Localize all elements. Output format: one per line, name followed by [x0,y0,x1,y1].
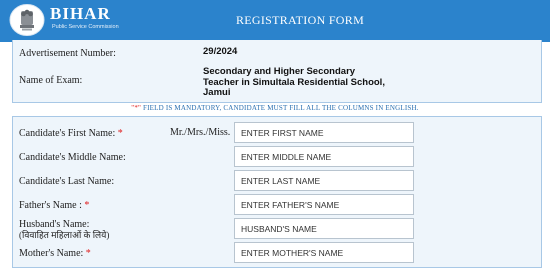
bpsc-emblem-icon [9,4,45,36]
exam-name-value: Secondary and Higher Secondary Teacher i… [203,66,385,99]
first-name-label-text: Candidate's First Name: [19,128,116,139]
father-name-input[interactable] [234,194,414,215]
first-name-input[interactable] [234,122,414,143]
registration-form-panel: Mr./Mrs./Miss. Candidate's First Name: *… [12,116,542,268]
last-name-label: Candidate's Last Name: [19,176,115,187]
husband-name-label-text: Husband's Name: [19,219,90,230]
last-name-input[interactable] [234,170,414,191]
notice-text: FIELD IS MANDATORY, CANDIDATE MUST FILL … [141,104,419,112]
husband-name-label-hint: (विवाहित महिलाओं के लिये) [19,230,110,240]
brand-name: BIHAR [50,4,111,23]
notice-required-mark: "*" [131,104,142,112]
first-name-label: Candidate's First Name: * [19,128,123,139]
brand-subtitle: Public Service Commission [52,24,119,30]
middle-name-input[interactable] [234,146,414,167]
mother-name-label-text: Mother's Name: [19,248,84,259]
required-mark: * [117,128,123,139]
husband-name-label: Husband's Name: (विवाहित महिलाओं के लिये… [19,219,109,241]
required-mark: * [85,248,91,259]
advertisement-info-panel: Advertisement Number: 29/2024 Name of Ex… [12,40,542,103]
husband-name-input[interactable] [234,218,414,239]
advertisement-number-label: Advertisement Number: [19,48,116,59]
title-prefix-label: Mr./Mrs./Miss. [170,127,231,138]
mother-name-label: Mother's Name: * [19,248,91,259]
father-name-label: Father's Name : * [19,200,89,211]
exam-name-line-2: Teacher in Simultala Residential School, [203,76,385,88]
advertisement-number-value: 29/2024 [203,46,238,57]
exam-name-label: Name of Exam: [19,75,83,86]
mother-name-input[interactable] [234,242,414,263]
header-bar: BIHAR Public Service Commission REGISTRA… [0,0,550,42]
mandatory-notice: "*" FIELD IS MANDATORY, CANDIDATE MUST F… [0,104,550,112]
exam-name-line-3: Jamui [203,87,231,98]
middle-name-label: Candidate's Middle Name: [19,152,126,163]
exam-name-line-1: Secondary and Higher Secondary [203,66,356,77]
page-title: REGISTRATION FORM [235,13,365,27]
required-mark: * [84,200,90,211]
father-name-label-text: Father's Name : [19,200,82,211]
